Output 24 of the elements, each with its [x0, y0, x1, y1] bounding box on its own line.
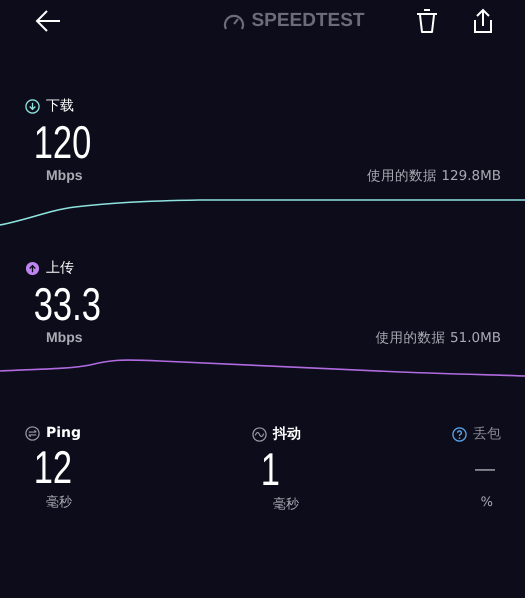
- back-icon[interactable]: [34, 9, 62, 33]
- unit-label: Mbps: [46, 329, 83, 345]
- stat-unit: %: [480, 495, 493, 510]
- trash-icon[interactable]: [414, 7, 439, 35]
- stat-label: Ping: [46, 425, 82, 441]
- ping-icon: [25, 426, 40, 440]
- speed-value: 33.3: [32, 279, 102, 329]
- help-icon[interactable]: [452, 426, 467, 442]
- stat-unit: 毫秒: [272, 496, 300, 513]
- result-label: 下载: [46, 97, 74, 115]
- stat-label: 抖动: [273, 425, 302, 443]
- stat-value: —: [474, 457, 495, 482]
- stat-unit: 毫秒: [45, 494, 73, 511]
- data-used: 使用的数据 129.8MB: [367, 167, 501, 185]
- stat-value: 1: [260, 443, 282, 495]
- app-title: SPEEDTEST: [252, 10, 364, 32]
- speed-value: 120: [32, 117, 92, 167]
- data-used: 使用的数据 51.0MB: [376, 329, 501, 347]
- wave-icon: [252, 426, 268, 442]
- stat-value: 12: [32, 441, 72, 493]
- result-label: 上传: [46, 259, 74, 277]
- unit-label: Mbps: [46, 167, 83, 183]
- share-icon[interactable]: [472, 8, 493, 34]
- stat-label: 丢包: [472, 425, 501, 443]
